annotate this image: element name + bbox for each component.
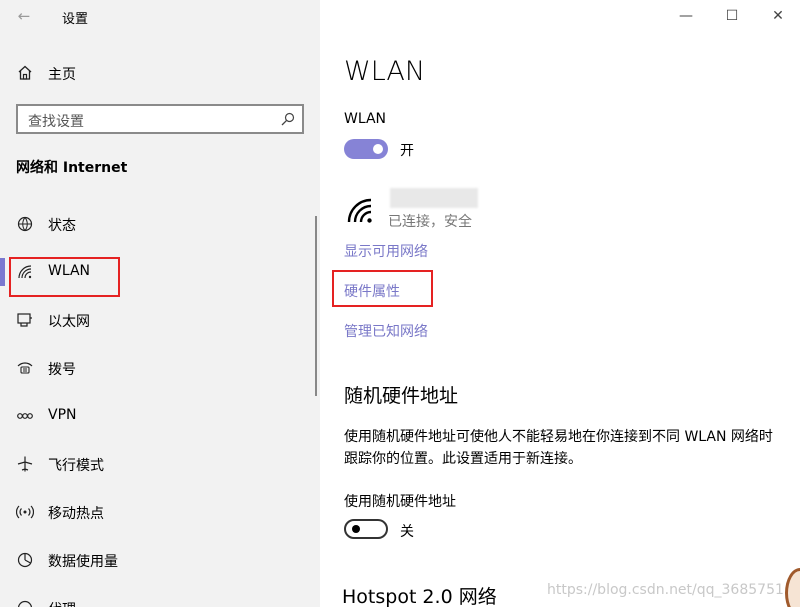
status-globe-icon: [17, 216, 33, 232]
network-status: 已连接，安全: [388, 214, 472, 230]
dialup-icon: [17, 362, 33, 374]
maximize-button[interactable]: ☐: [722, 8, 742, 24]
network-name-redacted[interactable]: [390, 188, 478, 208]
sidebar-item-label: 拨号: [48, 362, 76, 378]
page-title: WLAN: [344, 56, 426, 87]
section-title: 网络和 Internet: [16, 160, 128, 176]
toggle-knob: [352, 525, 360, 533]
manage-known-networks-link[interactable]: 管理已知网络: [344, 321, 428, 341]
globe-icon: [17, 600, 33, 607]
wlan-toggle-state: 开: [400, 143, 414, 159]
sidebar: ← 设置 主页 查找设置 网络和 Internet 状态 WLAN 以太网 拨号…: [0, 0, 320, 607]
data-usage-icon: [17, 552, 33, 568]
sidebar-item-proxy[interactable]: 代理: [0, 592, 320, 607]
search-input[interactable]: 查找设置: [16, 104, 304, 134]
hotspot-icon: [16, 505, 34, 519]
home-nav-item[interactable]: 主页: [0, 60, 320, 86]
wifi-signal-icon: [347, 198, 372, 223]
show-available-networks-link[interactable]: 显示可用网络: [344, 241, 428, 261]
watermark-url: https://blog.csdn.net/qq_3685751: [547, 582, 784, 598]
random-hw-toggle[interactable]: [344, 519, 388, 539]
ethernet-icon: [17, 313, 32, 327]
random-hw-heading: 随机硬件地址: [344, 385, 459, 407]
sidebar-item-status[interactable]: 状态: [0, 208, 320, 240]
titlebar-left: ← 设置: [0, 0, 320, 32]
sidebar-item-label: 代理: [48, 599, 76, 607]
random-hw-toggle-label: 使用随机硬件地址: [344, 494, 456, 510]
sidebar-item-label: 移动热点: [48, 506, 104, 522]
sidebar-item-ethernet[interactable]: 以太网: [0, 304, 320, 336]
highlight-box-wlan: [9, 257, 120, 297]
sidebar-item-label: 以太网: [48, 314, 90, 330]
main-panel: — ☐ ✕ WLAN WLAN 开 已连接，安全 显示可用网络 硬件属性 管理已…: [320, 0, 800, 607]
sidebar-item-hotspot[interactable]: 移动热点: [0, 496, 320, 528]
sidebar-item-label: 数据使用量: [48, 554, 118, 570]
airplane-icon: [17, 456, 33, 472]
sidebar-item-label: 状态: [48, 218, 76, 234]
sidebar-item-vpn[interactable]: VPN: [0, 400, 320, 432]
home-label: 主页: [48, 67, 76, 83]
sidebar-item-label: VPN: [48, 407, 77, 423]
random-hw-toggle-state: 关: [400, 524, 414, 540]
app-title: 设置: [62, 12, 89, 27]
close-button[interactable]: ✕: [768, 8, 788, 24]
wlan-toggle-label: WLAN: [344, 111, 387, 127]
highlight-box-hardware: [332, 270, 433, 307]
sidebar-item-label: 飞行模式: [48, 458, 104, 474]
active-indicator: [0, 258, 5, 286]
search-icon[interactable]: [280, 111, 296, 127]
sidebar-item-airplane[interactable]: 飞行模式: [0, 448, 320, 480]
hotspot-heading: Hotspot 2.0 网络: [342, 586, 497, 607]
minimize-button[interactable]: —: [676, 8, 696, 24]
wlan-toggle[interactable]: [344, 139, 388, 159]
vpn-icon: [17, 413, 33, 419]
search-placeholder: 查找设置: [28, 114, 84, 130]
sidebar-item-data-usage[interactable]: 数据使用量: [0, 544, 320, 576]
back-arrow-icon[interactable]: ←: [12, 5, 36, 27]
random-hw-description: 使用随机硬件地址可使他人不能轻易地在你连接到不同 WLAN 网络时跟踪你的位置。…: [344, 429, 773, 467]
home-icon: [18, 65, 32, 80]
toggle-knob: [373, 144, 383, 154]
sidebar-item-dialup[interactable]: 拨号: [0, 352, 320, 384]
